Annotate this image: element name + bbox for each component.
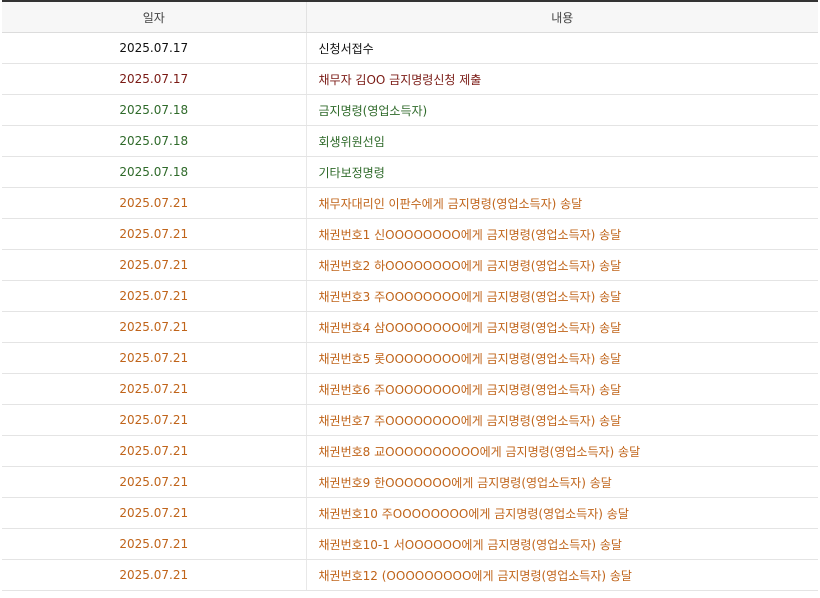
row-date: 2025.07.21 [2, 404, 307, 436]
row-date: 2025.07.18 [2, 156, 307, 188]
row-date: 2025.07.17 [2, 63, 307, 95]
table-row: 2025.07.21 채권번호9 한OOOOOOO에게 금지명령(영업소득자) 송… [2, 466, 818, 498]
table-row: 2025.07.21 채권번호3 주OOOOOOOO에게 금지명령(영업소득자) … [2, 280, 818, 312]
row-date: 2025.07.21 [2, 311, 307, 343]
table-row: 2025.07.21 채권번호6 주OOOOOOOO에게 금지명령(영업소득자) … [2, 373, 818, 405]
row-date: 2025.07.21 [2, 528, 307, 560]
content-column-header: 내용 [306, 0, 818, 33]
table-row: 2025.07.21 채권번호2 하OOOOOOOO에게 금지명령(영업소득자) … [2, 249, 818, 281]
table-row: 2025.07.21 채무자대리인 이판수에게 금지명령(영업소득자) 송달 [2, 187, 818, 219]
table-row: 2025.07.17 채무자 김OO 금지명령신청 제출 [2, 63, 818, 95]
table-body: 2025.07.17 신청서접수 2025.07.17 채무자 김OO 금지명령신청 … [2, 32, 818, 591]
row-date: 2025.07.21 [2, 249, 307, 281]
header-row: 일자 내용 [2, 0, 818, 33]
row-content: 채권번호6 주OOOOOOOO에게 금지명령(영업소득자) 송달 [306, 373, 818, 405]
table-header: 일자 내용 [2, 0, 818, 33]
row-content: 채무자 김OO 금지명령신청 제출 [306, 63, 818, 95]
table-row: 2025.07.18 기타보정명령 [2, 156, 818, 188]
row-content: 채권번호8 교OOOOOOOOOO에게 금지명령(영업소득자) 송달 [306, 435, 818, 467]
row-date: 2025.07.21 [2, 342, 307, 374]
row-date: 2025.07.21 [2, 218, 307, 250]
row-content: 금지명령(영업소득자) [306, 94, 818, 126]
row-date: 2025.07.21 [2, 280, 307, 312]
table-row: 2025.07.21 채권번호7 주OOOOOOOO에게 금지명령(영업소득자) … [2, 404, 818, 436]
table-row: 2025.07.17 신청서접수 [2, 32, 818, 64]
table-row: 2025.07.21 채권번호1 신OOOOOOOO에게 금지명령(영업소득자) … [2, 218, 818, 250]
row-content: 신청서접수 [306, 32, 818, 64]
row-content: 채권번호9 한OOOOOOO에게 금지명령(영업소득자) 송달 [306, 466, 818, 498]
row-date: 2025.07.21 [2, 187, 307, 219]
row-date: 2025.07.17 [2, 32, 307, 64]
row-content: 채무자대리인 이판수에게 금지명령(영업소득자) 송달 [306, 187, 818, 219]
row-content: 채권번호12 (OOOOOOOOO에게 금지명령(영업소득자) 송달 [306, 559, 818, 591]
row-content: 채권번호3 주OOOOOOOO에게 금지명령(영업소득자) 송달 [306, 280, 818, 312]
case-progress-table: 일자 내용 2025.07.17 신청서접수 2025.07.17 채무자 김OO 금… [2, 0, 818, 591]
row-date: 2025.07.21 [2, 497, 307, 529]
row-date: 2025.07.21 [2, 373, 307, 405]
row-content: 채권번호4 삼OOOOOOOO에게 금지명령(영업소득자) 송달 [306, 311, 818, 343]
table-row: 2025.07.21 채권번호4 삼OOOOOOOO에게 금지명령(영업소득자) … [2, 311, 818, 343]
table-row: 2025.07.21 채권번호10 주OOOOOOOO에게 금지명령(영업소득자)… [2, 497, 818, 529]
row-content: 기타보정명령 [306, 156, 818, 188]
row-content: 채권번호7 주OOOOOOOO에게 금지명령(영업소득자) 송달 [306, 404, 818, 436]
table-row: 2025.07.21 채권번호12 (OOOOOOOOO에게 금지명령(영업소득자… [2, 559, 818, 591]
row-date: 2025.07.21 [2, 466, 307, 498]
row-content: 채권번호1 신OOOOOOOO에게 금지명령(영업소득자) 송달 [306, 218, 818, 250]
table-row: 2025.07.21 채권번호5 롯OOOOOOOO에게 금지명령(영업소득자) … [2, 342, 818, 374]
row-content: 채권번호10-1 서OOOOOO에게 금지명령(영업소득자) 송달 [306, 528, 818, 560]
row-content: 채권번호5 롯OOOOOOOO에게 금지명령(영업소득자) 송달 [306, 342, 818, 374]
table-row: 2025.07.18 회생위원선임 [2, 125, 818, 157]
row-content: 채권번호2 하OOOOOOOO에게 금지명령(영업소득자) 송달 [306, 249, 818, 281]
date-column-header: 일자 [2, 0, 307, 33]
row-date: 2025.07.18 [2, 94, 307, 126]
row-content: 채권번호10 주OOOOOOOO에게 금지명령(영업소득자) 송달 [306, 497, 818, 529]
row-date: 2025.07.18 [2, 125, 307, 157]
row-content: 회생위원선임 [306, 125, 818, 157]
row-date: 2025.07.21 [2, 559, 307, 591]
table-row: 2025.07.21 채권번호8 교OOOOOOOOOO에게 금지명령(영업소득자… [2, 435, 818, 467]
table-row: 2025.07.21 채권번호10-1 서OOOOOO에게 금지명령(영업소득자)… [2, 528, 818, 560]
case-progress-table-container: 일자 내용 2025.07.17 신청서접수 2025.07.17 채무자 김OO 금… [2, 0, 820, 591]
table-row: 2025.07.18 금지명령(영업소득자) [2, 94, 818, 126]
row-date: 2025.07.21 [2, 435, 307, 467]
